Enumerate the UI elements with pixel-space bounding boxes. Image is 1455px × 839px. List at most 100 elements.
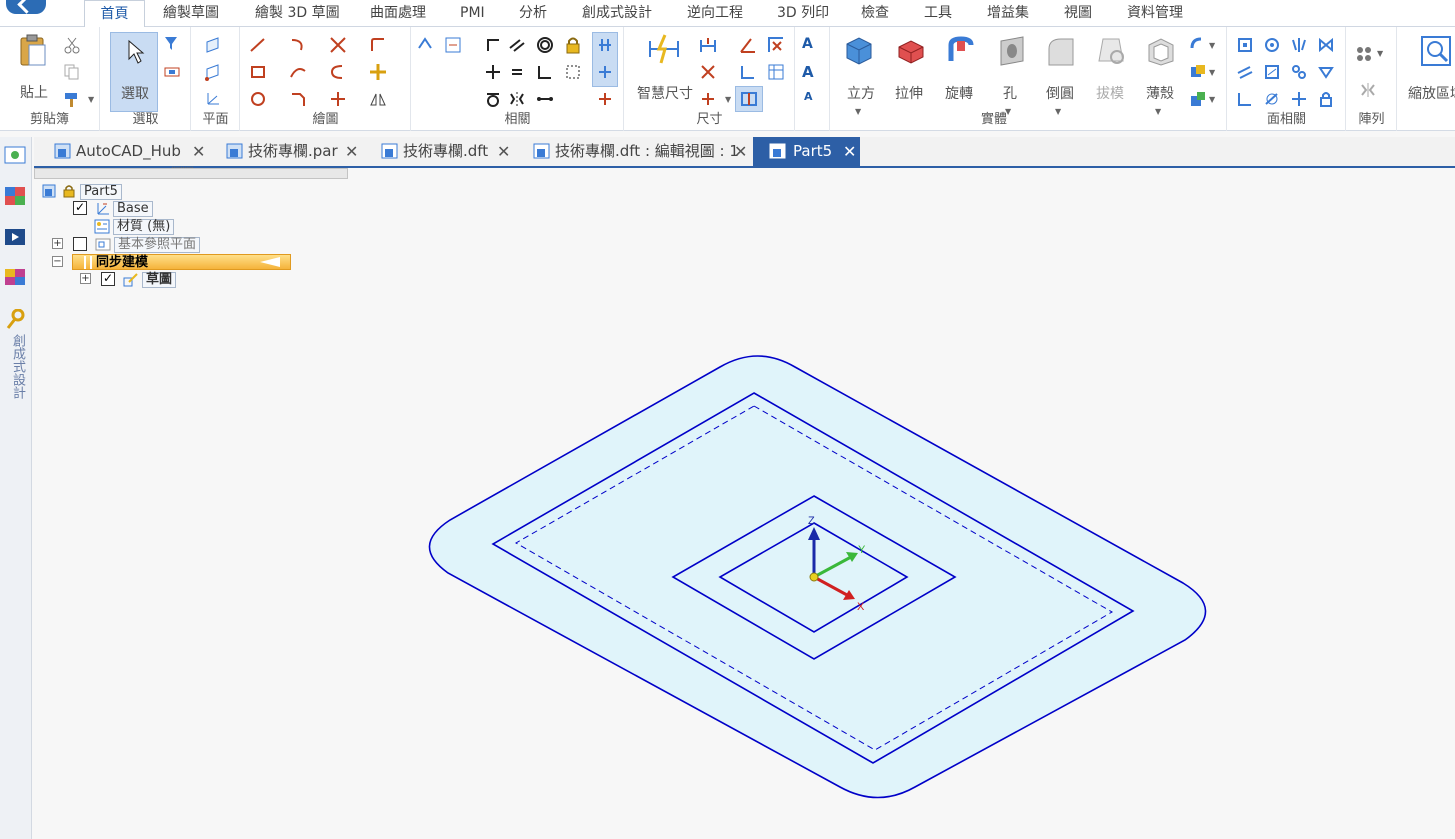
font-shrink-icon[interactable]: A (804, 90, 813, 103)
tab-surfacing[interactable]: 曲面處理 (370, 0, 426, 27)
project-icon[interactable] (444, 36, 462, 54)
coordinate-dimension-icon[interactable] (767, 36, 785, 54)
angle-dimension-icon[interactable] (739, 36, 757, 54)
filter-icon[interactable] (163, 35, 181, 53)
angular-coordinate-icon[interactable] (739, 63, 757, 81)
tab-reverse-engineering[interactable]: 逆向工程 (687, 0, 743, 27)
doc-tab-part5[interactable]: Part5 ✕ (753, 137, 860, 166)
zoom-area-icon[interactable] (1420, 35, 1452, 67)
tab-home[interactable]: 首頁 (84, 0, 145, 28)
cut-icon[interactable] (63, 36, 81, 54)
color-palette-icon[interactable] (3, 185, 27, 207)
select-tool-icon[interactable] (163, 63, 181, 81)
application-button[interactable] (6, 0, 46, 14)
font-style-icon[interactable]: A (802, 36, 813, 52)
line-icon[interactable] (249, 36, 267, 54)
point-on-icon[interactable] (484, 63, 502, 81)
chamfer-icon[interactable] (289, 90, 307, 108)
horizontal-vertical-icon[interactable] (536, 90, 554, 108)
add-body-icon[interactable] (1189, 36, 1207, 54)
chevron-down-icon[interactable]: ▼ (855, 107, 861, 116)
tab-pmi[interactable]: PMI (460, 0, 485, 27)
close-icon[interactable]: ✕ (497, 137, 510, 166)
thin-wall-label[interactable]: 薄殼 (1146, 83, 1174, 103)
draft-icon[interactable] (1095, 35, 1127, 67)
smart-dimension-label[interactable]: 智慧尺寸 (637, 83, 693, 103)
parallel-face-icon[interactable] (1236, 63, 1254, 81)
extrude-label[interactable]: 拉伸 (895, 83, 923, 103)
offset-icon[interactable] (329, 63, 347, 81)
move-icon[interactable] (369, 63, 387, 81)
close-icon[interactable]: ✕ (345, 137, 358, 166)
tab-sketch[interactable]: 繪製草圖 (163, 0, 219, 27)
coincident-plane-icon[interactable] (204, 36, 222, 54)
tab-addins[interactable]: 增益集 (987, 0, 1029, 27)
paste-label[interactable]: 貼上 (20, 82, 48, 102)
tangent-icon[interactable] (484, 90, 502, 108)
chevron-down-icon[interactable]: ▼ (725, 95, 731, 104)
chevron-down-icon[interactable]: ▼ (1377, 49, 1383, 58)
relationship-assistant-icon[interactable] (596, 63, 614, 81)
round-icon[interactable] (1045, 35, 1077, 67)
tab-3d-sketch[interactable]: 繪製 3D 草圖 (255, 0, 340, 27)
close-icon[interactable]: ✕ (843, 137, 856, 166)
tab-data-management[interactable]: 資料管理 (1127, 0, 1183, 27)
construction-icon[interactable] (329, 90, 347, 108)
lock-face-icon[interactable] (1317, 90, 1335, 108)
doc-tab-part[interactable]: 技術專欄.par ✕ (226, 137, 358, 166)
chevron-down-icon[interactable]: ▼ (1055, 107, 1061, 116)
generative-design-side-label[interactable]: 創成式設計 (8, 334, 27, 399)
thin-wall-icon[interactable] (1145, 35, 1177, 67)
chevron-down-icon[interactable]: ▼ (1209, 95, 1215, 104)
mirror-pattern-icon[interactable] (1359, 81, 1377, 99)
paste-icon[interactable] (18, 33, 48, 67)
chevron-down-icon[interactable]: ▼ (88, 95, 94, 104)
smart-dimension-icon[interactable] (647, 33, 681, 65)
perpendicular-icon[interactable] (536, 63, 554, 81)
variable-table-icon[interactable] (767, 63, 785, 81)
revolve-label[interactable]: 旋轉 (945, 83, 973, 103)
tangent-face-icon[interactable] (1263, 63, 1281, 81)
coaxial-icon[interactable] (1263, 36, 1281, 54)
symmetric-face-icon[interactable] (1290, 36, 1308, 54)
parallel-icon[interactable] (508, 36, 526, 54)
heatmap-icon[interactable] (3, 267, 27, 287)
rectangular-pattern-icon[interactable] (1355, 45, 1373, 63)
sketch-view-icon[interactable] (416, 36, 434, 54)
zoom-area-label[interactable]: 縮放區域 (1408, 83, 1455, 103)
curve-icon[interactable] (289, 63, 307, 81)
tab-3d-print[interactable]: 3D 列印 (777, 0, 829, 27)
more-planes-icon[interactable] (204, 63, 222, 81)
pathfinder-grip[interactable] (34, 163, 348, 179)
connect-icon[interactable] (484, 36, 502, 54)
maintain-relationships-icon[interactable] (596, 36, 614, 54)
tab-tools[interactable]: 工具 (924, 0, 952, 27)
equal-icon[interactable] (508, 63, 526, 81)
cube-label[interactable]: 立方 (847, 83, 875, 103)
copy-icon[interactable] (63, 63, 81, 81)
rigid-set-icon[interactable] (564, 63, 582, 81)
tab-view[interactable]: 視圖 (1064, 0, 1092, 27)
key-icon[interactable] (5, 309, 25, 331)
extrude-icon[interactable] (895, 35, 927, 67)
doc-tab-autocad-hub[interactable]: AutoCAD_Hub ✕ (54, 137, 205, 166)
graphics-window[interactable]: Z Y X (34, 179, 1455, 839)
draft-label[interactable]: 拔模 (1096, 83, 1124, 103)
font-grow-icon[interactable]: A (802, 63, 814, 81)
union-icon[interactable] (1189, 90, 1207, 108)
revolve-icon[interactable] (945, 35, 977, 67)
coordinate-system-icon[interactable] (204, 90, 222, 108)
symmetric-icon[interactable] (508, 90, 526, 108)
video-icon[interactable] (3, 227, 27, 247)
rectangle-icon[interactable] (249, 63, 267, 81)
symmetric-diameter-icon[interactable] (699, 63, 717, 81)
concentric-icon[interactable] (536, 36, 554, 54)
chevron-down-icon[interactable]: ▼ (1209, 41, 1215, 50)
lock-icon[interactable] (564, 36, 582, 54)
tab-generative-design[interactable]: 創成式設計 (582, 0, 652, 27)
boolean-icon[interactable] (1189, 63, 1207, 81)
rigid-face-icon[interactable] (1263, 90, 1281, 108)
round-label[interactable]: 倒圓 (1046, 83, 1074, 103)
close-icon[interactable]: ✕ (192, 137, 205, 166)
aligned-holes-icon[interactable] (1317, 36, 1335, 54)
